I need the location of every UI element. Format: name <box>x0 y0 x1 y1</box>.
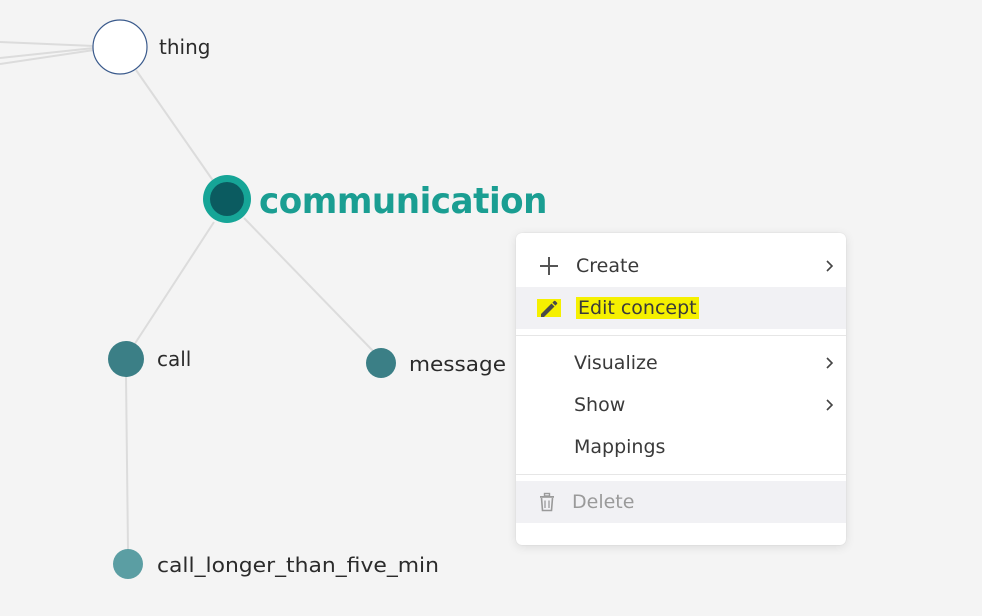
graph-node-thing[interactable]: thing <box>92 19 210 75</box>
node-label-call[interactable]: call <box>157 347 191 371</box>
chevron-right-icon <box>814 356 846 370</box>
edge-thing-communication <box>135 69 215 183</box>
node-circle-communication[interactable] <box>210 182 244 216</box>
chevron-right-icon <box>814 259 846 273</box>
edge-offscreen-thing-1 <box>0 41 95 47</box>
node-circle-call-longer-than-five-min[interactable] <box>113 549 143 579</box>
pencil-icon <box>516 296 576 320</box>
context-menu: Create Edit concept Visualize Show Mappi… <box>516 233 846 545</box>
edit-concept-highlighted-text: Edit concept <box>576 297 699 319</box>
menu-divider <box>516 474 846 475</box>
menu-divider <box>516 335 846 336</box>
node-label-message[interactable]: message <box>409 352 506 376</box>
graph-node-call[interactable]: call <box>108 341 191 377</box>
node-label-communication[interactable]: communication <box>259 181 548 222</box>
menu-item-show-label: Show <box>574 394 626 416</box>
graph-edges <box>0 41 375 551</box>
menu-item-mappings-label: Mappings <box>574 436 666 458</box>
menu-item-delete[interactable]: Delete <box>516 481 846 523</box>
edge-communication-call <box>133 221 215 346</box>
graph-node-message[interactable]: message <box>366 348 506 378</box>
edge-call-call-longer <box>125 375 129 551</box>
trash-icon <box>516 492 572 512</box>
menu-item-mappings[interactable]: Mappings <box>516 426 846 468</box>
menu-item-edit-concept[interactable]: Edit concept <box>516 287 846 329</box>
node-circle-message[interactable] <box>366 348 396 378</box>
menu-item-visualize[interactable]: Visualize <box>516 342 846 384</box>
menu-item-create[interactable]: Create <box>516 245 846 287</box>
menu-item-delete-label: Delete <box>572 491 635 513</box>
menu-item-show[interactable]: Show <box>516 384 846 426</box>
node-circle-thing[interactable] <box>92 19 148 75</box>
chevron-right-icon <box>814 398 846 412</box>
menu-item-edit-concept-label: Edit concept <box>576 297 846 319</box>
node-label-thing[interactable]: thing <box>159 35 210 59</box>
plus-icon <box>516 255 576 277</box>
edge-communication-message <box>243 217 375 353</box>
graph-node-communication[interactable]: communication <box>203 175 548 223</box>
menu-item-create-label: Create <box>576 255 640 277</box>
menu-item-visualize-label: Visualize <box>574 352 658 374</box>
node-circle-call[interactable] <box>108 341 144 377</box>
node-label-call-longer-than-five-min[interactable]: call_longer_than_five_min <box>157 553 439 577</box>
graph-node-call-longer-than-five-min[interactable]: call_longer_than_five_min <box>113 549 439 579</box>
